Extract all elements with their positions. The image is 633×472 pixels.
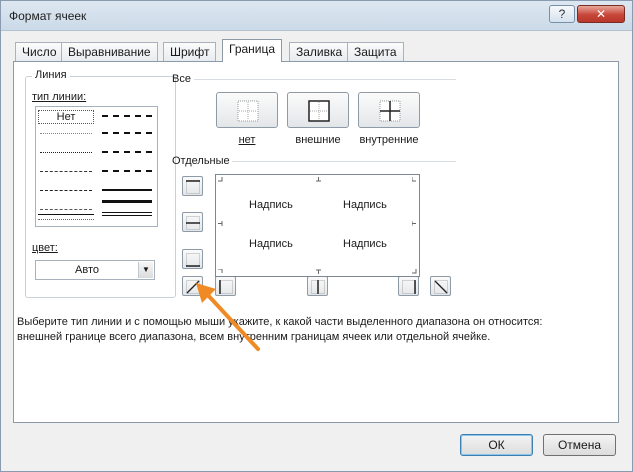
preset-none-label: нет bbox=[238, 134, 256, 146]
border-divider bbox=[232, 161, 456, 162]
tab-border[interactable]: Граница bbox=[222, 39, 283, 62]
line-style-medium[interactable] bbox=[102, 186, 152, 194]
tab-alignment[interactable]: Выравнивание bbox=[61, 42, 158, 61]
border-title: Отдельные bbox=[172, 155, 230, 167]
color-select-value: Авто bbox=[75, 264, 99, 276]
line-style-hair[interactable] bbox=[40, 129, 92, 137]
border-middle-vertical-button[interactable] bbox=[307, 276, 328, 296]
tab-fill[interactable]: Заливка bbox=[289, 42, 350, 61]
line-style-dash-dot-dot[interactable] bbox=[40, 167, 92, 175]
line-style-dotted[interactable] bbox=[40, 148, 92, 156]
border-top-icon bbox=[186, 180, 200, 194]
line-style-list[interactable]: Нет bbox=[35, 106, 158, 227]
title-bar: Формат ячеек ? ✕ bbox=[1, 1, 632, 31]
border-top-button[interactable] bbox=[182, 176, 203, 196]
border-preview[interactable]: Надпись Надпись Надпись Надпись bbox=[215, 174, 420, 277]
corner-mark-icon bbox=[218, 177, 223, 182]
line-style-dash-dot[interactable] bbox=[40, 186, 92, 194]
border-right-icon bbox=[402, 280, 416, 294]
preview-text: Надпись bbox=[249, 238, 293, 250]
line-style-medium-dash-dot[interactable] bbox=[102, 148, 152, 156]
corner-mark-icon bbox=[316, 177, 321, 182]
line-group: Линия тип линии: Нет цвет: Авто ▼ bbox=[25, 69, 176, 298]
format-cells-dialog: Формат ячеек ? ✕ Число Выравнивание Шриф… bbox=[0, 0, 633, 472]
ok-button[interactable]: ОК bbox=[460, 434, 533, 456]
line-style-medium-dash-dot-dot[interactable] bbox=[102, 112, 152, 120]
preset-none-icon bbox=[237, 100, 259, 122]
preset-outline-button[interactable] bbox=[287, 92, 349, 128]
corner-mark-icon bbox=[218, 269, 223, 273]
line-style-label: тип линии: bbox=[32, 91, 87, 103]
diagonal-down-icon bbox=[434, 280, 448, 294]
dialog-title: Формат ячеек bbox=[9, 9, 87, 23]
border-right-button[interactable] bbox=[398, 276, 419, 296]
border-inside-horizontal-icon bbox=[186, 216, 200, 230]
color-select[interactable]: Авто ▼ bbox=[35, 260, 155, 280]
preview-text: Надпись bbox=[249, 199, 293, 211]
preset-outline-icon bbox=[308, 100, 330, 122]
border-diagonal-down-button[interactable] bbox=[430, 276, 451, 296]
preset-inside-label: внутренние bbox=[359, 134, 419, 146]
cancel-button[interactable]: Отмена bbox=[543, 434, 616, 456]
border-middle-horizontal-button[interactable] bbox=[182, 212, 203, 232]
help-button[interactable]: ? bbox=[549, 5, 575, 23]
preview-text: Надпись bbox=[343, 199, 387, 211]
preset-outline-label: внешние bbox=[295, 134, 341, 146]
line-group-title: Линия bbox=[32, 69, 70, 81]
instructions-line-2: внешней границе всего диапазона, всем вн… bbox=[17, 331, 491, 343]
corner-mark-icon bbox=[218, 221, 223, 226]
border-tab-panel: Линия тип линии: Нет цвет: Авто ▼ Все не… bbox=[13, 61, 619, 423]
line-style-none[interactable]: Нет bbox=[38, 110, 94, 124]
presets-divider bbox=[194, 79, 456, 80]
corner-mark-icon bbox=[412, 269, 417, 274]
corner-mark-icon bbox=[412, 177, 416, 182]
line-style-thin[interactable] bbox=[38, 211, 94, 223]
preset-inside-icon bbox=[379, 100, 401, 122]
preset-none-button[interactable] bbox=[216, 92, 278, 128]
color-label: цвет: bbox=[32, 242, 58, 254]
tab-protection[interactable]: Защита bbox=[347, 42, 404, 61]
line-style-medium-dashed[interactable] bbox=[102, 167, 152, 175]
dropdown-arrow-icon: ▼ bbox=[138, 262, 153, 278]
annotation-arrow-icon bbox=[196, 283, 260, 351]
border-inside-vertical-icon bbox=[311, 280, 325, 294]
border-bottom-icon bbox=[186, 253, 200, 267]
tab-font[interactable]: Шрифт bbox=[163, 42, 217, 61]
corner-mark-icon bbox=[316, 269, 321, 274]
tab-number[interactable]: Число bbox=[15, 42, 64, 61]
line-style-thick[interactable] bbox=[102, 197, 152, 205]
instructions-text: Выберите тип линии и с помощью мыши укаж… bbox=[17, 315, 607, 345]
presets-title: Все bbox=[172, 73, 191, 85]
preview-text: Надпись bbox=[343, 238, 387, 250]
line-style-double[interactable] bbox=[102, 210, 152, 218]
border-bottom-button[interactable] bbox=[182, 249, 203, 269]
preset-inside-button[interactable] bbox=[358, 92, 420, 128]
instructions-line-1: Выберите тип линии и с помощью мыши укаж… bbox=[17, 316, 543, 328]
line-style-slant-dash-dot[interactable] bbox=[102, 129, 152, 137]
close-button[interactable]: ✕ bbox=[577, 5, 625, 23]
corner-mark-icon bbox=[412, 221, 416, 226]
